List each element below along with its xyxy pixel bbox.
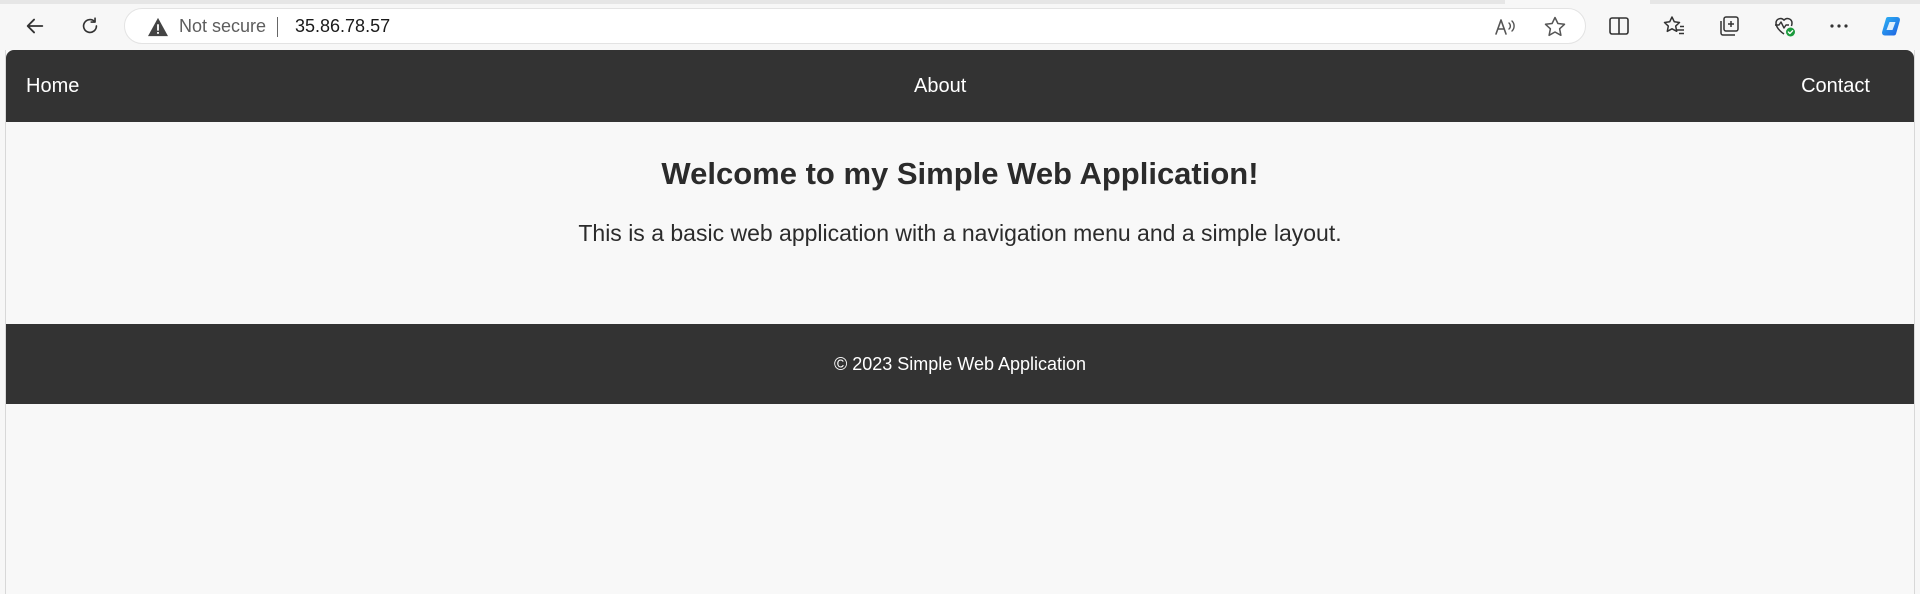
browser-toolbar: Not secure 35.86.78.57 <box>0 0 1920 50</box>
browser-essentials-button[interactable] <box>1770 12 1798 40</box>
favorites-icon <box>1663 16 1684 35</box>
security-status[interactable]: Not secure <box>179 9 266 43</box>
site-footer: © 2023 Simple Web Application <box>6 324 1914 404</box>
address-separator <box>277 17 278 37</box>
nav-link-contact[interactable]: Contact <box>1801 50 1870 122</box>
split-screen-icon <box>1609 17 1629 35</box>
nav-link-home[interactable]: Home <box>26 50 79 122</box>
page-description: This is a basic web application with a n… <box>578 220 1342 246</box>
address-bar[interactable]: Not secure 35.86.78.57 <box>124 8 1586 44</box>
read-aloud-icon <box>1495 19 1515 35</box>
split-screen-button[interactable] <box>1605 12 1633 40</box>
collections-button[interactable] <box>1715 12 1743 40</box>
favorites-button[interactable] <box>1660 12 1688 40</box>
footer-text: © 2023 Simple Web Application <box>833 354 1087 374</box>
more-icon <box>1830 24 1848 28</box>
star-icon <box>1544 16 1566 37</box>
warning-triangle-icon[interactable] <box>147 17 169 37</box>
add-favorite-button[interactable] <box>1543 15 1567 39</box>
copilot-icon <box>1882 17 1900 36</box>
refresh-icon <box>82 17 98 34</box>
page-viewport: Home About Contact Welcome to my Simple … <box>5 50 1915 594</box>
heart-pulse-icon <box>1775 17 1795 37</box>
refresh-button[interactable] <box>72 8 108 44</box>
back-button[interactable] <box>17 8 53 44</box>
back-arrow-icon <box>26 18 44 34</box>
collections-icon <box>1720 16 1739 36</box>
copilot-button[interactable] <box>1878 12 1906 40</box>
nav-link-about[interactable]: About <box>914 50 966 122</box>
more-button[interactable] <box>1825 12 1853 40</box>
site-navigation: Home About Contact <box>6 50 1914 122</box>
read-aloud-button[interactable] <box>1493 15 1517 39</box>
url-text[interactable]: 35.86.78.57 <box>295 9 390 43</box>
page-title: Welcome to my Simple Web Application! <box>661 156 1259 191</box>
